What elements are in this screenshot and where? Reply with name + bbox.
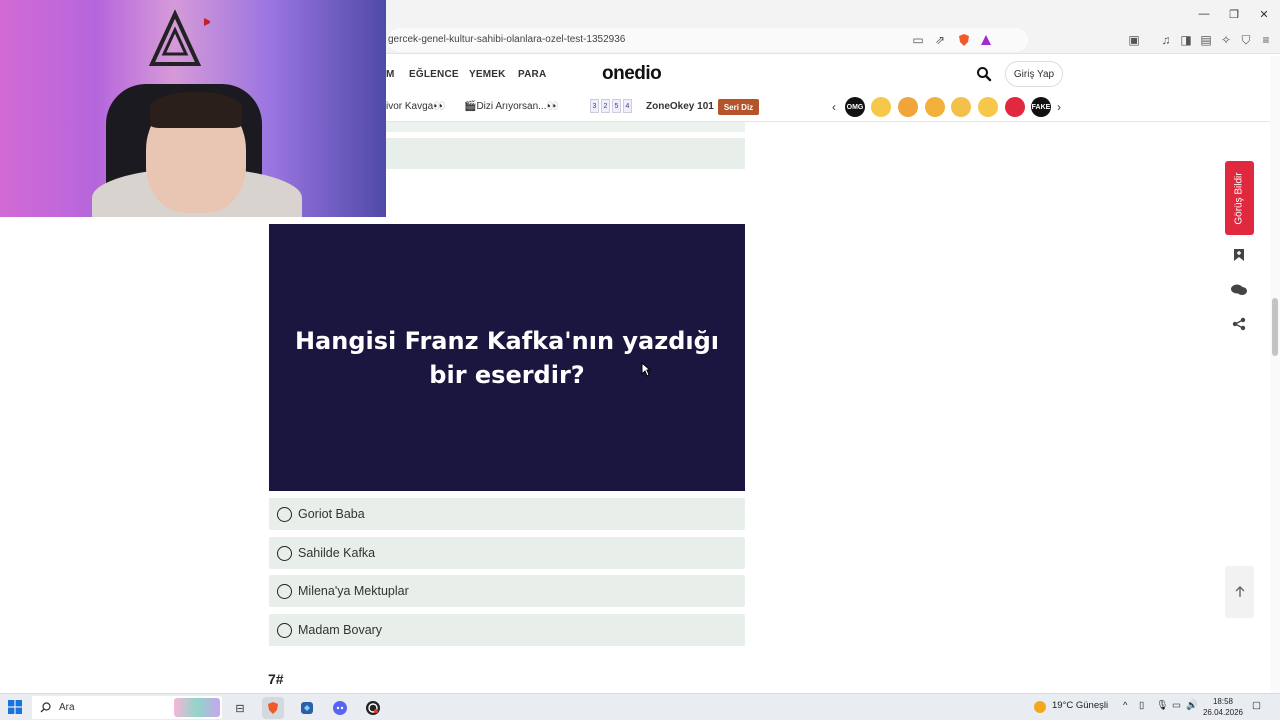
webcam-overlay xyxy=(0,0,386,217)
answer-label: Milena'ya Mektuplar xyxy=(298,584,409,598)
login-button[interactable]: Giriş Yap xyxy=(1005,61,1063,87)
brave-shield-icon[interactable] xyxy=(956,32,972,48)
mouse-cursor-icon xyxy=(641,362,651,377)
windows-start-icon[interactable] xyxy=(8,700,22,714)
question-text: Hangisi Franz Kafka'nın yazdığı bir eser… xyxy=(294,326,720,389)
previous-option[interactable] xyxy=(386,138,745,169)
zone-okey-label[interactable]: ZoneOkey 101 xyxy=(646,101,714,112)
answer-label: Sahilde Kafka xyxy=(298,546,376,560)
tray-app-icon[interactable]: ▯ xyxy=(1139,700,1144,711)
scroll-to-top-button[interactable] xyxy=(1225,566,1254,618)
discord-icon[interactable] xyxy=(329,697,351,719)
digit-tile: 2 xyxy=(601,99,610,113)
close-button[interactable]: ✕ xyxy=(1248,0,1280,28)
app-icon[interactable] xyxy=(296,697,318,719)
bookmark-icon[interactable] xyxy=(1229,245,1249,265)
answer-option[interactable]: Sahilde Kafka xyxy=(269,537,745,569)
clock-time: 18:58 xyxy=(1212,697,1234,706)
network-icon[interactable]: ▭ xyxy=(1172,700,1181,711)
media-icon[interactable]: ♫ xyxy=(1158,32,1174,48)
turkey-flag-emoji[interactable] xyxy=(1005,97,1025,117)
share-icon[interactable]: ⇗ xyxy=(932,32,948,48)
wallet-icon[interactable]: ▤ xyxy=(1198,32,1214,48)
microphone-icon[interactable]: 🎙 xyxy=(1156,700,1168,711)
taskbar-clock[interactable]: 18:58 26.04.2026 xyxy=(1198,696,1248,718)
tray-chevron-icon[interactable]: ^ xyxy=(1123,700,1127,711)
task-view-icon[interactable]: ⊟ xyxy=(229,697,251,719)
nav-link-partial[interactable]: M xyxy=(386,69,395,80)
taskbar-search[interactable]: Ara xyxy=(32,696,222,719)
chevron-left-icon[interactable]: ‹ xyxy=(832,100,836,114)
radio-icon[interactable] xyxy=(277,622,292,638)
share-icon[interactable] xyxy=(1229,314,1249,334)
answer-option[interactable]: Madam Bovary xyxy=(269,614,745,646)
nerd-emoji[interactable] xyxy=(871,97,891,117)
radio-icon[interactable] xyxy=(277,545,292,561)
nav-link-para[interactable]: PARA xyxy=(518,69,546,80)
restore-button[interactable]: ❐ xyxy=(1218,0,1250,28)
search-highlight-icon xyxy=(174,698,220,717)
minimize-button[interactable]: — xyxy=(1188,0,1220,28)
zone-okey-badge[interactable]: Seri Diz xyxy=(718,99,759,115)
puzzle-emoji[interactable] xyxy=(898,97,918,117)
digit-tile: 4 xyxy=(623,99,632,113)
search-icon xyxy=(40,702,51,713)
clock-date: 26.04.2026 xyxy=(1202,708,1244,717)
feedback-button[interactable]: Görüş Bildir xyxy=(1225,161,1254,235)
vpn-icon[interactable]: ⛉ xyxy=(1238,32,1254,48)
answer-label: Madam Bovary xyxy=(298,623,383,637)
cast-icon[interactable]: ▭ xyxy=(910,32,926,48)
tab-search-icon[interactable]: ▣ xyxy=(1126,32,1142,48)
previous-option[interactable] xyxy=(386,122,745,132)
zone-digits: 3 2 5 4 xyxy=(590,99,632,113)
feedback-label: Görüş Bildir xyxy=(1234,171,1245,225)
sidebar-icon[interactable]: ◨ xyxy=(1178,32,1194,48)
next-question-number: 7# xyxy=(268,671,284,687)
omg-emoji[interactable]: OMG xyxy=(845,97,865,117)
taskbar: Ara ⊟ 19°C Güneşli ^ ▯ 🎙 ▭ 🔊 18:58 26.04… xyxy=(0,693,1280,720)
radio-icon[interactable] xyxy=(277,583,292,599)
smile-emoji[interactable] xyxy=(978,97,998,117)
browser-window: — ❐ ✕ gercek-genel-kultur-sahibi-olanlar… xyxy=(0,0,1280,720)
radio-icon[interactable] xyxy=(277,506,292,522)
chevron-right-icon[interactable]: › xyxy=(1057,100,1061,114)
nav-link-yemek[interactable]: YEMEK xyxy=(469,69,506,80)
comments-icon[interactable] xyxy=(1229,280,1249,300)
brave-rewards-icon[interactable] xyxy=(978,32,994,48)
notification-icon[interactable]: ▢ xyxy=(1252,700,1261,711)
weather-text[interactable]: 19°C Güneşli xyxy=(1052,700,1108,711)
answer-option[interactable]: Milena'ya Mektuplar xyxy=(269,575,745,607)
answer-option[interactable]: Goriot Baba xyxy=(269,498,745,530)
webcam-hair xyxy=(150,92,242,128)
answer-label: Goriot Baba xyxy=(298,507,365,521)
strip-item[interactable]: ivor Kavga👀 xyxy=(386,101,446,112)
search-icon[interactable] xyxy=(976,66,992,82)
taskbar-search-label: Ara xyxy=(59,702,75,713)
question-card: Hangisi Franz Kafka'nın yazdığı bir eser… xyxy=(269,224,745,491)
heart-eyes-emoji[interactable] xyxy=(925,97,945,117)
brave-browser-icon[interactable] xyxy=(262,697,284,719)
fake-emoji[interactable]: FAKE xyxy=(1031,97,1051,117)
leo-ai-icon[interactable]: ✧ xyxy=(1218,32,1234,48)
digit-tile: 5 xyxy=(612,99,621,113)
digit-tile: 3 xyxy=(590,99,599,113)
site-logo[interactable]: onedio xyxy=(602,63,662,85)
scrollbar-thumb[interactable] xyxy=(1272,298,1278,356)
obs-icon[interactable] xyxy=(362,697,384,719)
strip-item[interactable]: 🎬Dizi Arıyorsan...👀 xyxy=(464,101,559,112)
nav-link-eglence[interactable]: EĞLENCE xyxy=(409,69,459,80)
crying-emoji[interactable] xyxy=(951,97,971,117)
volume-icon[interactable]: 🔊 xyxy=(1186,700,1198,711)
page-scrollbar[interactable] xyxy=(1270,56,1280,693)
menu-icon[interactable]: ≡ xyxy=(1258,32,1274,48)
weather-sun-icon xyxy=(1034,701,1046,713)
streamer-logo-icon xyxy=(148,9,210,66)
